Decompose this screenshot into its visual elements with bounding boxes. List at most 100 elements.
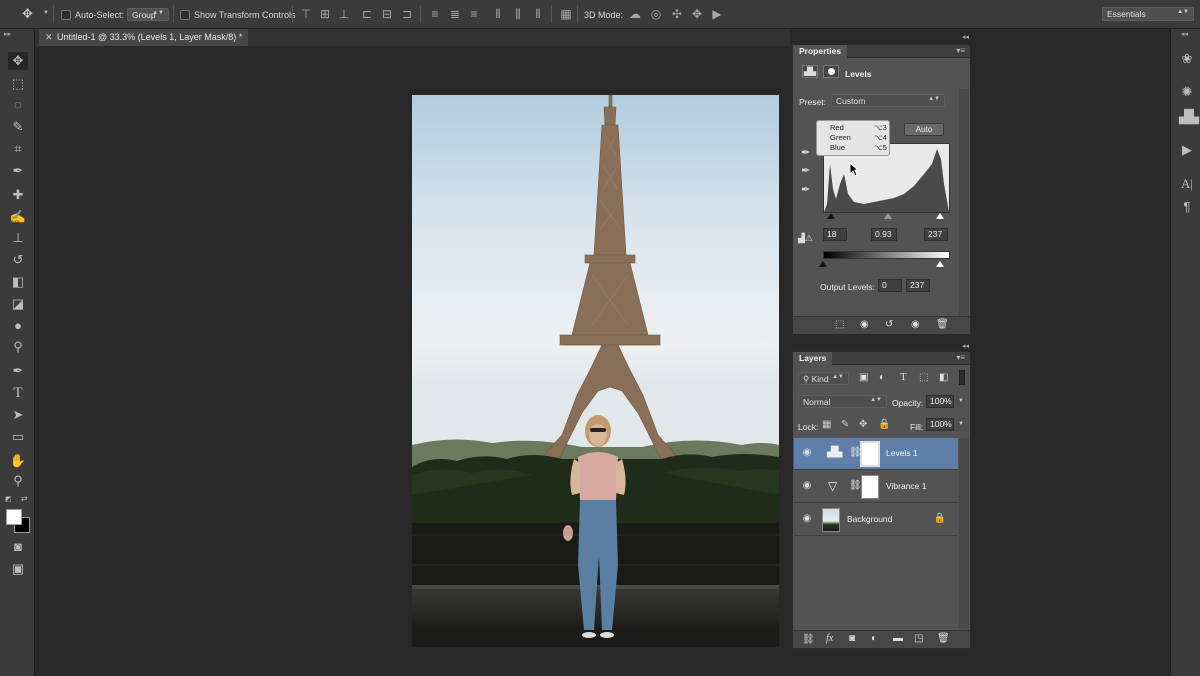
hand-tool-icon[interactable]: ✋ <box>8 452 28 470</box>
delete-layer-icon[interactable]: 🗑 <box>937 633 950 644</box>
type-tool-icon[interactable]: T <box>8 384 28 402</box>
workspace-switcher[interactable]: Essentials ▲▼ <box>1102 7 1194 21</box>
filter-kind-dropdown[interactable]: ⚲ Kind ▲▼ <box>798 372 849 385</box>
channel-menu-item-blue[interactable]: Blue ⌥5 <box>830 143 890 153</box>
reset-adjustment-icon[interactable]: ↺ <box>885 319 893 330</box>
clone-stamp-tool-icon[interactable]: ⊥ <box>8 229 28 247</box>
3d-slide-icon[interactable]: ✥ <box>690 7 704 21</box>
show-transform-controls-checkbox[interactable] <box>180 10 190 20</box>
mask-icon[interactable] <box>823 65 839 78</box>
align-right-edges-icon[interactable]: ⊐ <box>400 7 414 21</box>
distribute-left-icon[interactable]: ⫴ <box>491 7 505 21</box>
zoom-tool-icon[interactable]: ⚲ <box>8 472 28 490</box>
collapse-toolbar-icon[interactable]: ▸▸ <box>4 30 11 38</box>
move-tool-preset-icon[interactable]: ✥ <box>22 6 33 22</box>
filter-adjustment-icon[interactable]: ◐ <box>879 372 885 383</box>
link-layers-icon[interactable]: ⛓ <box>802 634 815 645</box>
eye-icon[interactable]: ◉ <box>801 514 813 524</box>
lasso-tool-icon[interactable]: ◌ <box>8 96 28 114</box>
input-white-field[interactable]: 237 <box>924 228 948 241</box>
eye-icon[interactable]: ◉ <box>801 448 813 458</box>
preset-dropdown[interactable]: Custom ▲▼ <box>831 94 945 107</box>
align-vertical-centers-icon[interactable]: ⊞ <box>318 7 332 21</box>
new-layer-icon[interactable]: ◳ <box>914 633 923 644</box>
rectangle-tool-icon[interactable]: ▭ <box>8 428 28 446</box>
distribute-horizontal-centers-icon[interactable]: ⫼ <box>511 7 525 21</box>
paint-bucket-tool-icon[interactable]: ◪ <box>8 295 28 313</box>
3d-drag-icon[interactable]: ✣ <box>670 7 684 21</box>
auto-align-layers-icon[interactable]: ▦ <box>559 7 573 21</box>
distribute-right-icon[interactable]: ⫴ <box>531 7 545 21</box>
eraser-tool-icon[interactable]: ◧ <box>8 273 28 291</box>
panel-menu-icon[interactable]: ▾≡ <box>956 353 965 362</box>
lock-transparent-pixels-icon[interactable]: ▦ <box>822 419 831 430</box>
panel-collapse-icon[interactable]: ◂◂ <box>1181 30 1188 38</box>
layer-row-vibrance[interactable]: ◉ ▽ ⛓ Vibrance 1 <box>794 471 958 503</box>
new-adjustment-layer-icon[interactable]: ◐ <box>871 633 877 644</box>
black-input-slider[interactable] <box>827 213 835 219</box>
gamma-input-slider[interactable] <box>884 213 892 219</box>
layer-style-fx-icon[interactable]: fx <box>826 633 833 644</box>
fill-arrow-icon[interactable]: ▼ <box>956 418 966 431</box>
document-canvas[interactable] <box>412 95 779 647</box>
layer-row-background[interactable]: ◉ Background 🔒 <box>794 504 958 536</box>
new-group-icon[interactable]: ▬ <box>893 633 903 644</box>
link-icon[interactable]: ⛓ <box>849 480 862 491</box>
document-tab[interactable]: ✕ Untitled-1 @ 33.3% (Levels 1, Layer Ma… <box>39 29 249 46</box>
white-input-slider[interactable] <box>936 213 944 219</box>
filter-pixel-icon[interactable]: ▣ <box>859 372 868 383</box>
align-bottom-edges-icon[interactable]: ⊥ <box>337 7 351 21</box>
auto-button[interactable]: Auto <box>904 123 944 136</box>
layer-mask-thumbnail[interactable] <box>861 475 879 499</box>
healing-brush-tool-icon[interactable]: ✚ <box>8 186 28 204</box>
histogram-panel-icon[interactable]: ▟▙ <box>1179 109 1199 125</box>
foreground-color-swatch[interactable] <box>6 509 22 525</box>
adjustments-panel-icon[interactable]: ✺ <box>1179 84 1195 100</box>
auto-select-dropdown[interactable]: Group ▲▼ <box>127 8 169 21</box>
blend-mode-dropdown[interactable]: Normal ▲▼ <box>798 395 887 408</box>
3d-camera-icon[interactable]: ▶ <box>710 7 724 21</box>
close-tab-icon[interactable]: ✕ <box>45 29 53 46</box>
actions-panel-icon[interactable]: ▶ <box>1179 142 1195 158</box>
default-colors-icon[interactable]: ◩ <box>5 495 13 503</box>
black-point-eyedropper-icon[interactable]: ✒ <box>801 146 810 159</box>
panel-collapse-icon[interactable]: ◂◂ <box>962 33 969 41</box>
filter-smart-object-icon[interactable]: ◧ <box>939 372 948 383</box>
move-tool-icon[interactable]: ✥ <box>8 52 28 70</box>
eyedropper-tool-icon[interactable]: ✒ <box>8 162 28 180</box>
toggle-visibility-icon[interactable]: ◉ <box>911 319 920 330</box>
white-point-eyedropper-icon[interactable]: ✒ <box>801 183 810 196</box>
color-panel-icon[interactable]: ❀ <box>1179 51 1195 67</box>
pen-tool-icon[interactable]: ✒ <box>8 362 28 380</box>
chevron-down-icon[interactable]: ▼ <box>43 10 49 16</box>
input-gamma-field[interactable]: 0.93 <box>871 228 897 241</box>
marquee-tool-icon[interactable]: ⬚ <box>8 75 28 93</box>
properties-tab[interactable]: Properties <box>793 45 848 58</box>
align-left-edges-icon[interactable]: ⊏ <box>360 7 374 21</box>
brush-tool-icon[interactable]: ✍ <box>8 208 28 226</box>
lock-position-icon[interactable]: ✥ <box>859 419 867 430</box>
clipping-warning-icon[interactable]: ▟⚠ <box>798 233 813 244</box>
lock-image-pixels-icon[interactable]: ✎ <box>841 419 849 430</box>
path-selection-tool-icon[interactable]: ➤ <box>8 406 28 424</box>
align-top-edges-icon[interactable]: ⊤ <box>299 7 313 21</box>
lock-all-icon[interactable]: 🔒 <box>878 419 890 430</box>
opacity-field[interactable]: 100% <box>926 395 954 408</box>
distribute-top-icon[interactable]: ≡ <box>428 7 442 21</box>
view-previous-state-icon[interactable]: ◉ <box>860 319 869 330</box>
delete-adjustment-icon[interactable]: 🗑 <box>936 319 949 330</box>
dodge-tool-icon[interactable]: ⚲ <box>8 338 28 356</box>
output-black-field[interactable]: 0 <box>878 279 902 292</box>
levels-adjustment-icon[interactable]: ▟▙ <box>802 65 818 78</box>
paragraph-panel-icon[interactable]: ¶ <box>1179 199 1195 215</box>
distribute-vertical-centers-icon[interactable]: ≣ <box>448 7 462 21</box>
layer-thumbnail[interactable] <box>822 508 840 532</box>
filter-shape-icon[interactable]: ⬚ <box>919 372 928 383</box>
quick-selection-tool-icon[interactable]: ✎ <box>8 118 28 136</box>
clip-to-layer-icon[interactable]: ⬚ <box>835 319 844 330</box>
channel-menu-item-red[interactable]: Red ⌥3 <box>830 123 890 133</box>
blur-tool-icon[interactable]: ● <box>8 317 28 335</box>
filter-type-icon[interactable]: T <box>900 371 907 383</box>
fill-field[interactable]: 100% <box>926 418 954 431</box>
layer-mask-thumbnail[interactable] <box>860 441 880 467</box>
